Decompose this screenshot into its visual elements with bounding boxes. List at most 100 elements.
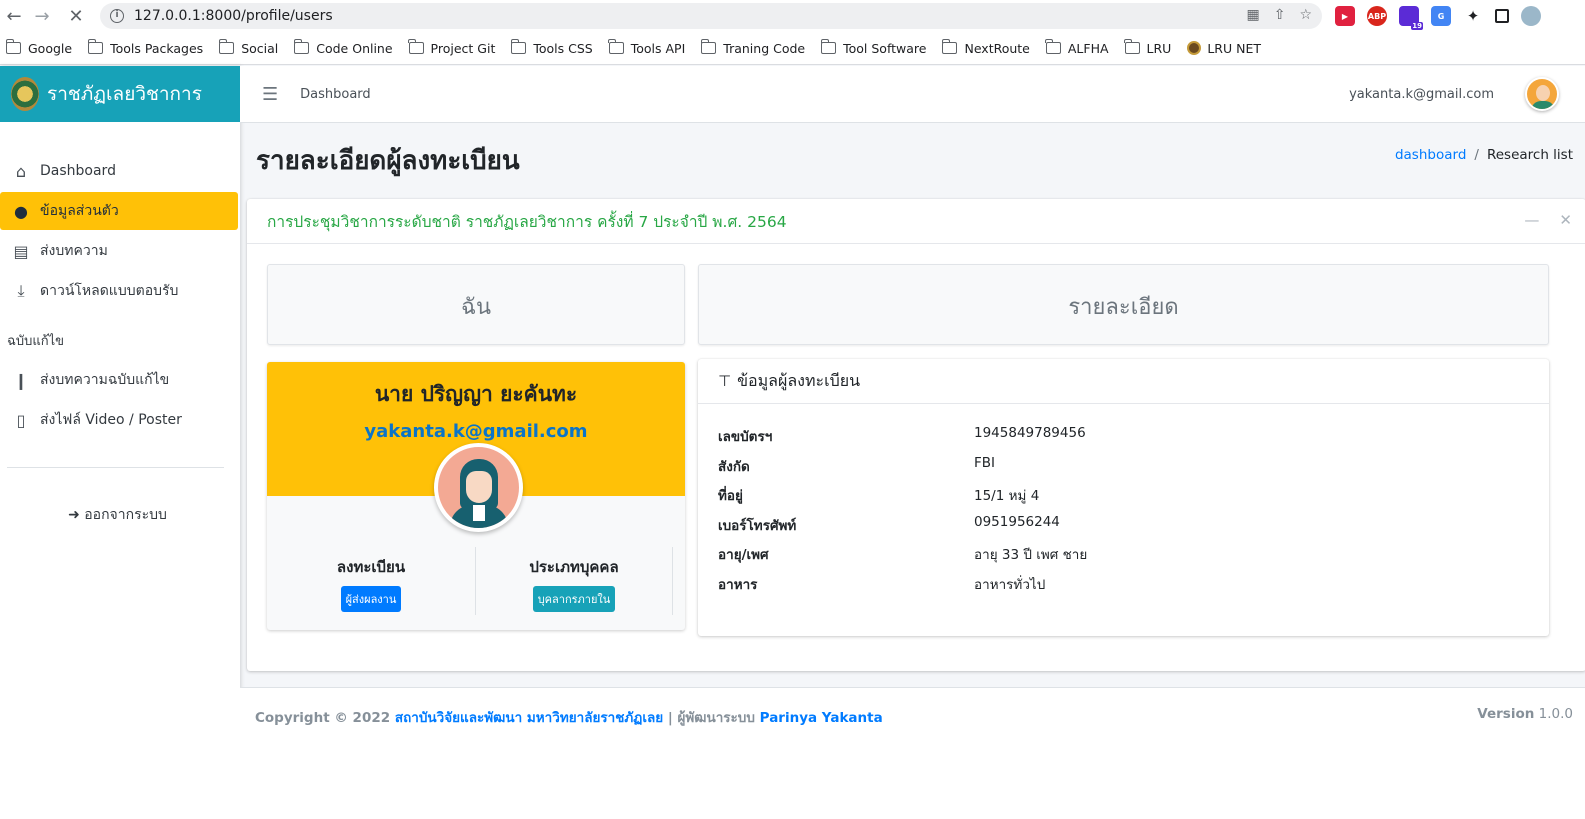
sidebar-item-label: ดาวน์โหลดแบบตอบรับ — [40, 283, 179, 299]
folder-icon — [1045, 39, 1061, 54]
detail-row: อายุ/เพศ อายุ 33 ปี เพศ ชาย — [718, 547, 1088, 563]
detail-row: อาหาร อาหารทั่วไป — [718, 576, 1046, 593]
profile-email[interactable]: yakanta.k@gmail.com — [267, 421, 685, 442]
bookmark-tools-packages[interactable]: Tools Packages — [87, 39, 203, 56]
extension-badge-count: 19 — [1411, 22, 1423, 30]
address-url[interactable]: 127.0.0.1:8000/profile/users — [134, 8, 333, 24]
sign-out-icon: ➜ — [68, 507, 80, 523]
me-box: ฉัน — [267, 264, 685, 345]
logout-button[interactable]: ➜ ออกจากระบบ — [0, 504, 240, 526]
card-header: การประชุมวิชาการระดับชาติ ราชภัฏเลยวิชาก… — [247, 199, 1585, 244]
address-bar[interactable]: i 127.0.0.1:8000/profile/users ▦ ⇧ ☆ — [100, 3, 1322, 29]
sidebar-item-download-acceptance[interactable]: ⤓ ดาวน์โหลดแบบตอบรับ — [0, 272, 240, 310]
user-circle-icon: ● — [14, 201, 28, 221]
folder-icon — [941, 39, 958, 54]
user-email[interactable]: yakanta.k@gmail.com — [1349, 87, 1494, 102]
bookmark-lru-net[interactable]: LRU NET — [1187, 41, 1261, 56]
extension-badge-icon[interactable]: 19 — [1399, 6, 1423, 30]
sidebar-item-submit-paper[interactable]: ▤ ส่งบทความ — [0, 232, 240, 270]
sidebar-item-label: Dashboard — [40, 163, 116, 179]
bookmark-traning-code[interactable]: Traning Code — [700, 39, 805, 56]
puzzle-icon[interactable]: ✦ — [1463, 6, 1483, 26]
extension-icon[interactable]: ▶ — [1335, 6, 1355, 26]
sidebar-menu: ⌂ Dashboard ● ข้อมูลส่วนตัว ▤ ส่งบทความ … — [0, 122, 240, 526]
forward-arrow-icon[interactable]: → — [30, 4, 54, 28]
download-icon: ⤓ — [17, 281, 25, 300]
card-tools: — ✕ — [1524, 211, 1572, 229]
sidebar-item-label: ข้อมูลส่วนตัว — [40, 203, 119, 219]
breadcrumb-separator: / — [1474, 147, 1479, 163]
profile-icon[interactable] — [1521, 6, 1541, 26]
bookmark-tool-software[interactable]: Tool Software — [820, 39, 926, 56]
google-translate-icon[interactable]: G — [1431, 6, 1451, 26]
detail-row: ที่อยู่ 15/1 หมู่ 4 — [718, 488, 1040, 504]
detail-row: สังกัด FBI — [718, 454, 996, 475]
stop-loading-icon[interactable]: ✕ — [64, 4, 88, 28]
sidebar-item-dashboard[interactable]: ⌂ Dashboard — [0, 152, 240, 190]
collapse-icon[interactable]: — — [1524, 211, 1539, 229]
details-header: ⊤ ข้อมูลผู้ลงทะเบียน — [698, 359, 1549, 404]
folder-icon — [820, 39, 837, 54]
folder-icon — [1124, 39, 1140, 54]
profile-stats: ลงทะเบียน ผู้ส่งผลงาน ประเภทบุคคล บุคลาก… — [267, 547, 685, 615]
bookmark-social[interactable]: Social — [218, 39, 278, 56]
footer-version: Version 1.0.0 — [1477, 706, 1573, 722]
breadcrumb: dashboard / Research list — [1395, 147, 1573, 163]
folder-icon — [218, 39, 235, 54]
stat-heading: ลงทะเบียน — [336, 558, 406, 576]
sidebar-item-submit-revision[interactable]: ❙ ส่งบทความฉบับแก้ไข — [0, 361, 240, 399]
folder-icon — [5, 39, 21, 54]
adblock-icon[interactable]: ABP — [1367, 6, 1387, 26]
back-arrow-icon[interactable]: ← — [2, 4, 26, 28]
star-icon[interactable]: ☆ — [1299, 7, 1312, 23]
sidebar-item-profile[interactable]: ● ข้อมูลส่วนตัว — [0, 192, 238, 230]
top-navbar: ☰ Dashboard yakanta.k@gmail.com — [240, 66, 1585, 123]
bookmark-nextroute[interactable]: NextRoute — [941, 39, 1030, 56]
profile-widget: นาย ปริญญา ยะคันทะ yakanta.k@gmail.com ล… — [267, 362, 685, 630]
bookmark-alfha[interactable]: ALFHA — [1045, 39, 1109, 56]
hamburger-menu-icon[interactable]: ☰ — [262, 84, 278, 105]
card-title: การประชุมวิชาการระดับชาติ ราชภัฏเลยวิชาก… — [267, 212, 787, 231]
profile-avatar — [434, 443, 523, 532]
detail-row: เลขบัตรฯ 1945849789456 — [718, 425, 1086, 445]
bookmark-google[interactable]: Google — [5, 39, 72, 56]
folder-icon — [510, 39, 527, 54]
profile-name: นาย ปริญญา ยะคันทะ — [374, 382, 578, 406]
footer: Copyright © 2022 สถาบันวิจัยและพัฒนา มหา… — [240, 687, 1585, 819]
footer-org-link[interactable]: สถาบันวิจัยและพัฒนา มหาวิทยาลัยราชภัฏเลย — [395, 710, 663, 726]
bookmark-tools-css[interactable]: Tools CSS — [510, 39, 593, 56]
footer-developer-link[interactable]: Parinya Yakanta — [760, 710, 883, 726]
sidebar-section-header: ฉบับแก้ไข — [7, 334, 65, 349]
brand-text: ราชภัฏเลยวิชาการ — [47, 83, 202, 105]
sidebar-item-submit-video-poster[interactable]: ▯ ส่งไฟล์ Video / Poster — [0, 401, 240, 439]
bookmark-lru[interactable]: LRU — [1124, 39, 1171, 56]
nav-dashboard-link[interactable]: Dashboard — [300, 87, 371, 102]
site-info-icon[interactable]: i — [110, 9, 124, 23]
status-badge: บุคลากรภายใน — [532, 586, 616, 612]
bookmark-tools-api[interactable]: Tools API — [608, 39, 685, 56]
bookmark-project-git[interactable]: Project Git — [408, 39, 495, 56]
folder-icon — [87, 39, 104, 54]
avatar[interactable] — [1525, 77, 1559, 111]
text-height-icon: ⊤ — [718, 372, 732, 390]
me-box-label: ฉัน — [460, 295, 492, 320]
details-box-label: รายละเอียด — [1068, 295, 1179, 320]
stat-person-type: ประเภทบุคคล บุคลากรภายใน — [476, 547, 673, 615]
bookmark-code-online[interactable]: Code Online — [293, 39, 393, 56]
folder-icon — [608, 39, 624, 54]
details-heading: ข้อมูลผู้ลงทะเบียน — [737, 370, 861, 390]
share-icon[interactable]: ⇧ — [1274, 7, 1286, 23]
home-icon: ⌂ — [15, 161, 27, 181]
sidepanel-icon[interactable] — [1495, 9, 1509, 23]
close-icon[interactable]: ✕ — [1559, 211, 1572, 229]
brand-link[interactable]: ราชภัฏเลยวิชาการ — [0, 66, 240, 122]
translate-icon[interactable]: ▦ — [1246, 7, 1259, 23]
registrant-details-card: ⊤ ข้อมูลผู้ลงทะเบียน เลขบัตรฯ 19458497894… — [698, 359, 1549, 636]
status-badge: ผู้ส่งผลงาน — [340, 586, 402, 612]
sidebar-item-label: ส่งไฟล์ Video / Poster — [40, 412, 182, 428]
lru-logo-icon — [1187, 41, 1202, 55]
breadcrumb-dashboard-link[interactable]: dashboard — [1395, 147, 1466, 163]
sidebar: ราชภัฏเลยวิชาการ ⌂ Dashboard ● ข้อมูลส่ว… — [0, 66, 240, 819]
browser-toolbar: ← → ✕ i 127.0.0.1:8000/profile/users ▦ ⇧… — [0, 0, 1585, 32]
sidebar-item-label: ส่งบทความ — [40, 243, 108, 259]
